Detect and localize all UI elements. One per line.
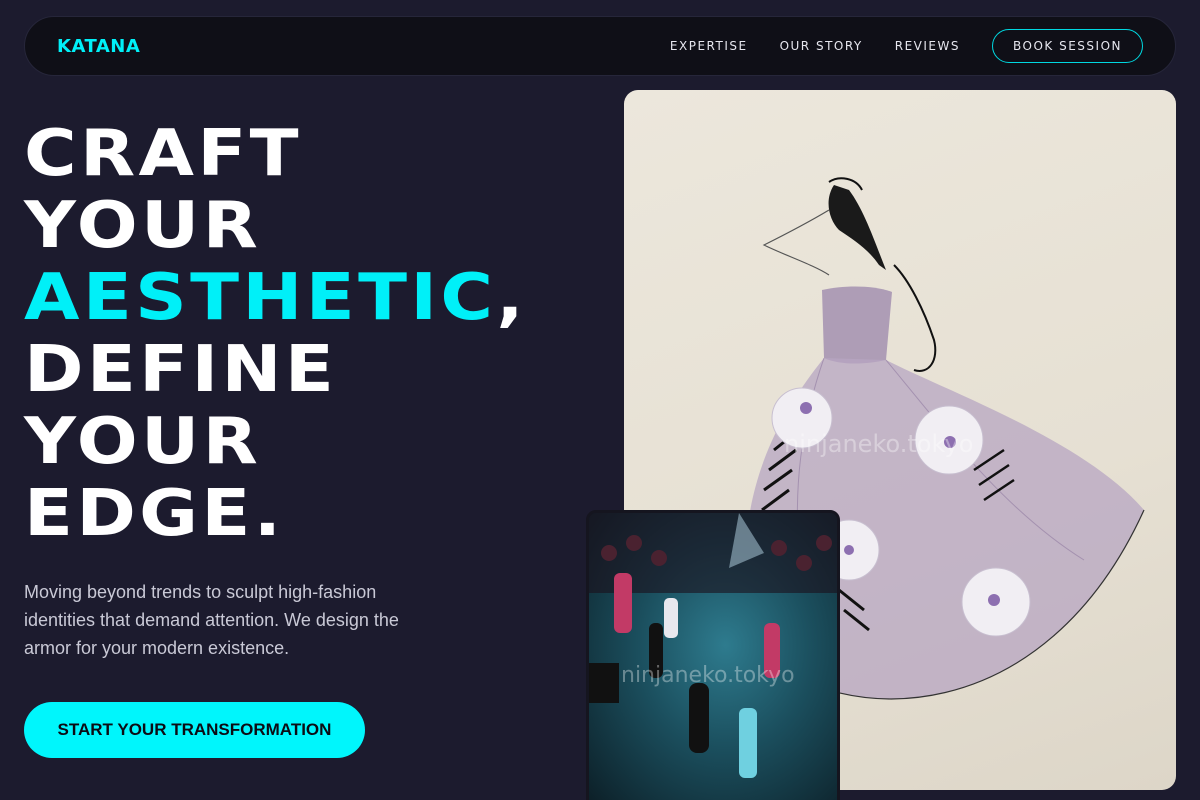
top-navigation: KATANA EXPERTISE OUR STORY REVIEWS BOOK …: [24, 16, 1176, 76]
start-transformation-button[interactable]: START YOUR TRANSFORMATION: [24, 702, 365, 758]
nav-link-reviews[interactable]: REVIEWS: [895, 39, 960, 53]
headline-line-your: YOUR: [24, 189, 262, 263]
headline-accent-word: AESTHETIC: [24, 261, 497, 335]
nav-link-expertise[interactable]: EXPERTISE: [670, 39, 748, 53]
hero-description: Moving beyond trends to sculpt high-fash…: [24, 582, 399, 658]
brand-logo[interactable]: KATANA: [57, 36, 140, 57]
headline-line-your-2: YOUR: [24, 405, 262, 479]
headline-line-aesthetic: AESTHETIC,: [24, 262, 685, 334]
book-session-button[interactable]: BOOK SESSION: [992, 29, 1143, 63]
headline-line-craft: CRAFT: [24, 117, 302, 191]
nav-link-our-story[interactable]: OUR STORY: [780, 39, 863, 53]
sketch-watermark: ninjaneko.tokyo: [784, 430, 974, 458]
runway-photo: ninjaneko.tokyo: [586, 510, 840, 800]
runway-crowd-illustration: [589, 513, 837, 778]
photo-watermark: ninjaneko.tokyo: [621, 663, 795, 688]
nav-links: EXPERTISE OUR STORY REVIEWS BOOK SESSION: [638, 29, 1143, 63]
hero-headline: CRAFT YOUR AESTHETIC, DEFINE YOUR EDGE.: [24, 118, 685, 550]
headline-line-define: DEFINE: [24, 333, 338, 407]
headline-comma: ,: [496, 261, 527, 335]
